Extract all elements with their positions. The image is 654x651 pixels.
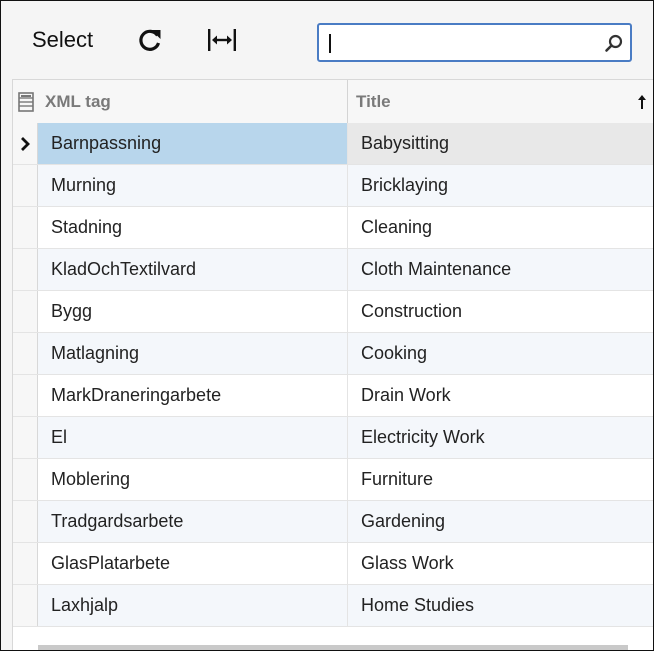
cell-title[interactable]: Cleaning [348,207,653,248]
search-box [317,23,632,62]
horizontal-scrollbar[interactable] [38,645,628,650]
table-row[interactable]: Matlagning Cooking [13,333,653,375]
data-grid: XML tag Title Barnpassning Babysitting Mur… [12,79,653,650]
search-icon[interactable] [604,33,624,53]
column-chooser-icon [17,91,34,112]
row-indicator [13,417,38,458]
table-row[interactable]: Bygg Construction [13,291,653,333]
current-row-icon [21,136,30,151]
grid-header: XML tag Title [13,80,653,124]
table-row[interactable]: El Electricity Work [13,417,653,459]
row-indicator [13,543,38,584]
row-indicator [13,165,38,206]
table-row[interactable]: Murning Bricklaying [13,165,653,207]
cell-xml-tag[interactable]: Barnpassning [38,123,348,164]
cell-title[interactable]: Glass Work [348,543,653,584]
column-chooser-button[interactable] [13,80,38,123]
cell-xml-tag[interactable]: Murning [38,165,348,206]
table-row[interactable]: Laxhjalp Home Studies [13,585,653,627]
row-indicator [13,291,38,332]
row-indicator [13,585,38,626]
row-indicator [13,207,38,248]
cell-title[interactable]: Home Studies [348,585,653,626]
cell-title[interactable]: Cooking [348,333,653,374]
row-indicator [13,459,38,500]
cell-xml-tag[interactable]: Tradgardsarbete [38,501,348,542]
column-header-title[interactable]: Title [348,80,653,123]
cell-xml-tag[interactable]: GlasPlatarbete [38,543,348,584]
column-header-xml-tag[interactable]: XML tag [38,80,348,123]
row-indicator [13,333,38,374]
cell-xml-tag[interactable]: Stadning [38,207,348,248]
table-row[interactable]: KladOchTextilvard Cloth Maintenance [13,249,653,291]
fit-columns-icon [208,29,236,51]
row-indicator [13,501,38,542]
fit-columns-button[interactable] [204,24,240,56]
cell-title[interactable]: Drain Work [348,375,653,416]
row-indicator [13,249,38,290]
refresh-icon [139,29,161,51]
cell-title[interactable]: Gardening [348,501,653,542]
refresh-button[interactable] [135,25,165,55]
table-row[interactable]: Barnpassning Babysitting [13,123,653,165]
cell-title[interactable]: Babysitting [348,123,653,164]
row-indicator [13,375,38,416]
cell-title[interactable]: Cloth Maintenance [348,249,653,290]
table-row[interactable]: Tradgardsarbete Gardening [13,501,653,543]
cell-title[interactable]: Bricklaying [348,165,653,206]
app-window: Select XML tag Title Barnpassning Babysi… [0,0,654,651]
column-header-title-label: Title [356,92,391,111]
sort-ascending-icon [638,95,646,109]
cell-title[interactable]: Electricity Work [348,417,653,458]
text-caret [329,34,331,53]
table-row[interactable]: Stadning Cleaning [13,207,653,249]
cell-xml-tag[interactable]: Laxhjalp [38,585,348,626]
search-input[interactable] [325,25,603,60]
row-indicator [13,123,38,164]
cell-xml-tag[interactable]: Moblering [38,459,348,500]
table-row[interactable]: MarkDraneringarbete Drain Work [13,375,653,417]
table-row[interactable]: Moblering Furniture [13,459,653,501]
toolbar: Select [1,1,653,79]
cell-title[interactable]: Furniture [348,459,653,500]
cell-xml-tag[interactable]: Matlagning [38,333,348,374]
select-button[interactable]: Select [21,22,104,58]
cell-xml-tag[interactable]: El [38,417,348,458]
cell-xml-tag[interactable]: MarkDraneringarbete [38,375,348,416]
cell-xml-tag[interactable]: Bygg [38,291,348,332]
cell-xml-tag[interactable]: KladOchTextilvard [38,249,348,290]
table-row[interactable]: GlasPlatarbete Glass Work [13,543,653,585]
cell-title[interactable]: Construction [348,291,653,332]
